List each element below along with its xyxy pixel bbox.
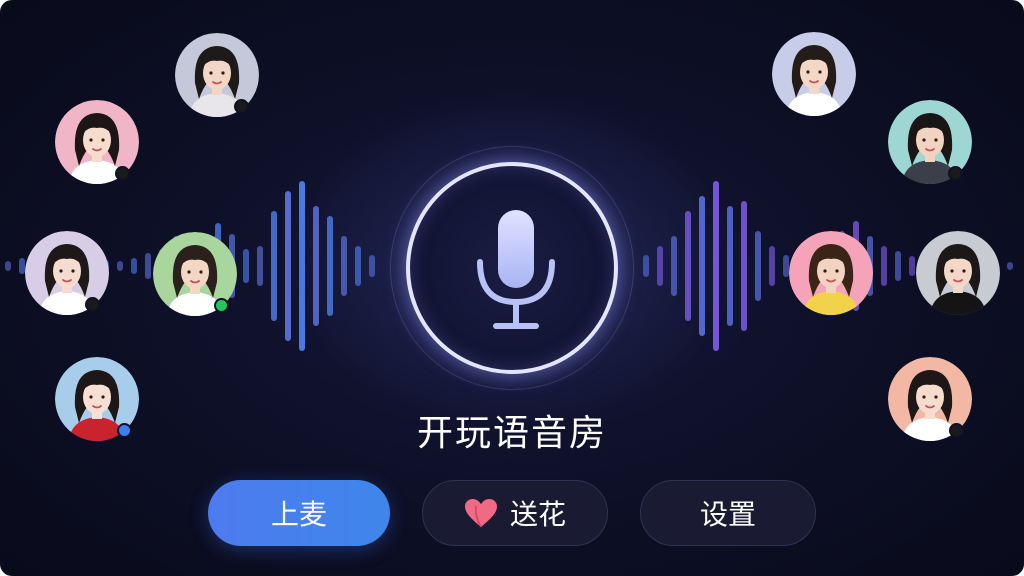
- seat-status-dot: [214, 298, 229, 313]
- waveform-bar: [257, 246, 263, 286]
- waveform-bar: [117, 261, 123, 271]
- user-portrait: [789, 231, 873, 315]
- waveform-bar: [313, 206, 319, 326]
- send-flower-label: 送花: [509, 498, 566, 531]
- waveform-bar: [369, 255, 375, 277]
- waveform-bar: [881, 246, 887, 286]
- microphone-icon: [477, 210, 555, 329]
- waveform-bar: [909, 256, 915, 276]
- waveform-bar: [145, 253, 151, 279]
- waveform-bar: [657, 246, 663, 286]
- waveform-bar: [685, 211, 691, 321]
- seat-status-dot: [948, 166, 963, 181]
- seat-status-dot: [117, 423, 132, 438]
- voice-room-screen: 开玩语音房 上麦 送花 设置: [0, 0, 1024, 576]
- microphone-button[interactable]: [406, 162, 618, 374]
- waveform-bar: [327, 216, 333, 316]
- waveform-bar: [355, 246, 361, 286]
- waveform-bar: [341, 236, 347, 296]
- waveform-bar: [5, 261, 11, 271]
- seat-status-dot: [234, 99, 249, 114]
- waveform-bar: [243, 249, 249, 283]
- waveform-bar: [699, 196, 705, 336]
- join-mic-button[interactable]: 上麦: [208, 480, 390, 546]
- waveform-bar: [727, 206, 733, 326]
- waveform-bar: [271, 211, 277, 321]
- waveform-bar: [285, 191, 291, 341]
- waveform-bar: [741, 201, 747, 331]
- seat-status-dot: [85, 297, 100, 312]
- heart-icon: [464, 498, 498, 528]
- room-title: 开玩语音房: [416, 413, 607, 454]
- waveform-bar: [895, 251, 901, 281]
- send-flower-button[interactable]: 送花: [422, 480, 608, 546]
- waveform-bar: [643, 255, 649, 277]
- seat-avatar-right-4[interactable]: [916, 231, 1000, 315]
- waveform-bar: [769, 246, 775, 286]
- user-portrait: [916, 231, 1000, 315]
- user-portrait: [772, 32, 856, 116]
- settings-button[interactable]: 设置: [640, 480, 816, 546]
- seat-status-dot: [115, 166, 130, 181]
- waveform-bar: [299, 181, 305, 351]
- settings-label: 设置: [699, 498, 756, 531]
- seat-avatar-right-3[interactable]: [789, 231, 873, 315]
- waveform-bar: [713, 181, 719, 351]
- waveform-bar: [671, 236, 677, 296]
- seat-status-dot: [949, 423, 964, 438]
- seat-avatar-right-1[interactable]: [772, 32, 856, 116]
- waveform-bar: [1007, 262, 1013, 270]
- waveform-bar: [755, 231, 761, 301]
- waveform-bar: [131, 258, 137, 274]
- join-mic-label: 上麦: [270, 498, 327, 531]
